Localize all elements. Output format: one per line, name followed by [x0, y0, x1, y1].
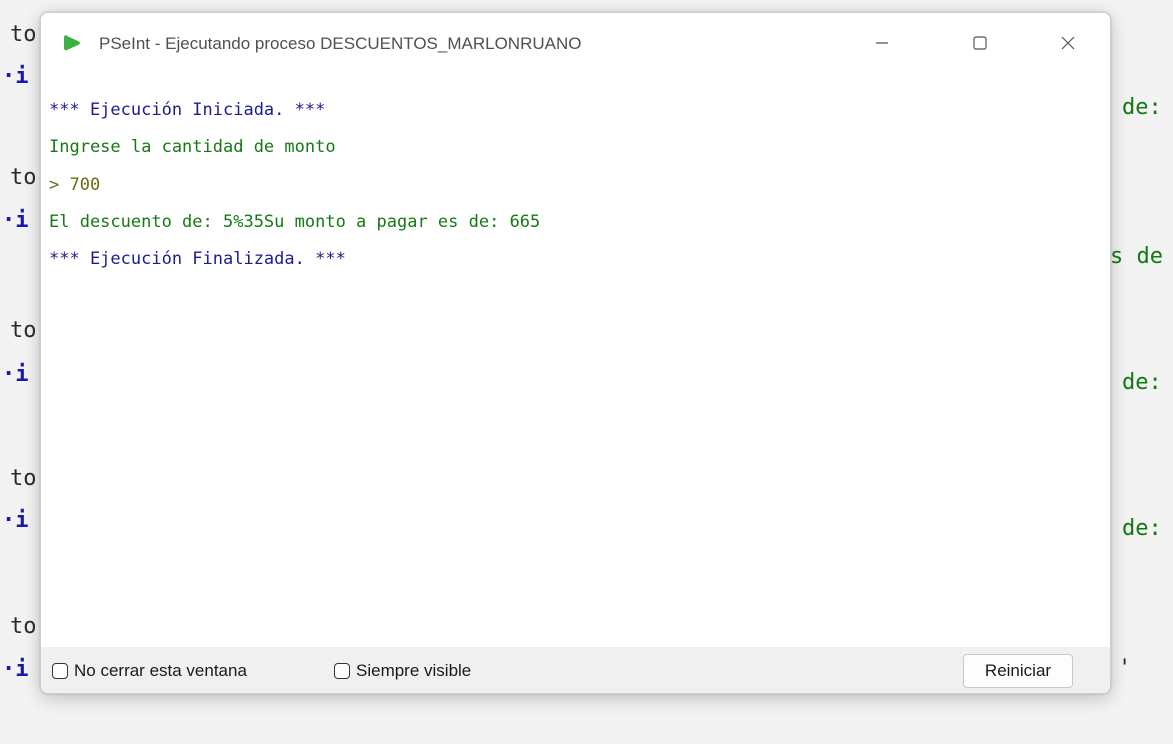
console-line: > 700	[49, 175, 101, 195]
editor-fragment: ·i	[2, 362, 29, 387]
pseint-app-icon	[64, 35, 80, 51]
console-output[interactable]: *** Ejecución Iniciada. *** Ingrese la c…	[41, 75, 1110, 693]
checkbox-box[interactable]	[334, 663, 350, 679]
editor-fragment: ·i	[2, 508, 29, 533]
close-icon	[1061, 36, 1075, 50]
editor-fragment: '	[1118, 656, 1132, 681]
editor-fragment: to	[10, 318, 37, 343]
always-visible-checkbox[interactable]: Siempre visible	[334, 661, 471, 681]
editor-fragment: de:	[1122, 516, 1162, 541]
console-line: El descuento de: 5%35Su monto a pagar es…	[49, 212, 541, 232]
checkbox-box[interactable]	[52, 663, 68, 679]
console-line: Ingrese la cantidad de monto	[49, 137, 336, 157]
editor-fragment: to	[10, 165, 37, 190]
minimize-button[interactable]	[859, 23, 905, 63]
editor-fragment: ·i	[2, 64, 29, 89]
editor-fragment: ·i	[2, 657, 29, 682]
editor-fragment: s de	[1110, 244, 1163, 269]
title-bar[interactable]: PSeInt - Ejecutando proceso DESCUENTOS_M…	[41, 13, 1110, 75]
maximize-icon	[973, 36, 987, 50]
restart-button[interactable]: Reiniciar	[963, 654, 1073, 688]
editor-fragment: ·i	[2, 208, 29, 233]
editor-fragment: de:	[1122, 95, 1162, 120]
no-close-label: No cerrar esta ventana	[74, 661, 247, 680]
no-close-checkbox[interactable]: No cerrar esta ventana	[52, 661, 247, 681]
editor-fragment: to	[10, 614, 37, 639]
editor-fragment: to	[10, 466, 37, 491]
window-title: PSeInt - Ejecutando proceso DESCUENTOS_M…	[99, 34, 582, 53]
execution-window: PSeInt - Ejecutando proceso DESCUENTOS_M…	[40, 12, 1111, 694]
minimize-icon	[876, 42, 888, 44]
always-visible-label: Siempre visible	[356, 661, 472, 680]
maximize-button[interactable]	[957, 23, 1003, 63]
bottom-bar: No cerrar esta ventana Siempre visible R…	[41, 647, 1110, 693]
editor-fragment: to	[10, 22, 37, 47]
close-button[interactable]	[1045, 23, 1091, 63]
console-line: *** Ejecución Finalizada. ***	[49, 249, 346, 269]
editor-fragment: de:	[1122, 370, 1162, 395]
console-line: *** Ejecución Iniciada. ***	[49, 100, 326, 120]
